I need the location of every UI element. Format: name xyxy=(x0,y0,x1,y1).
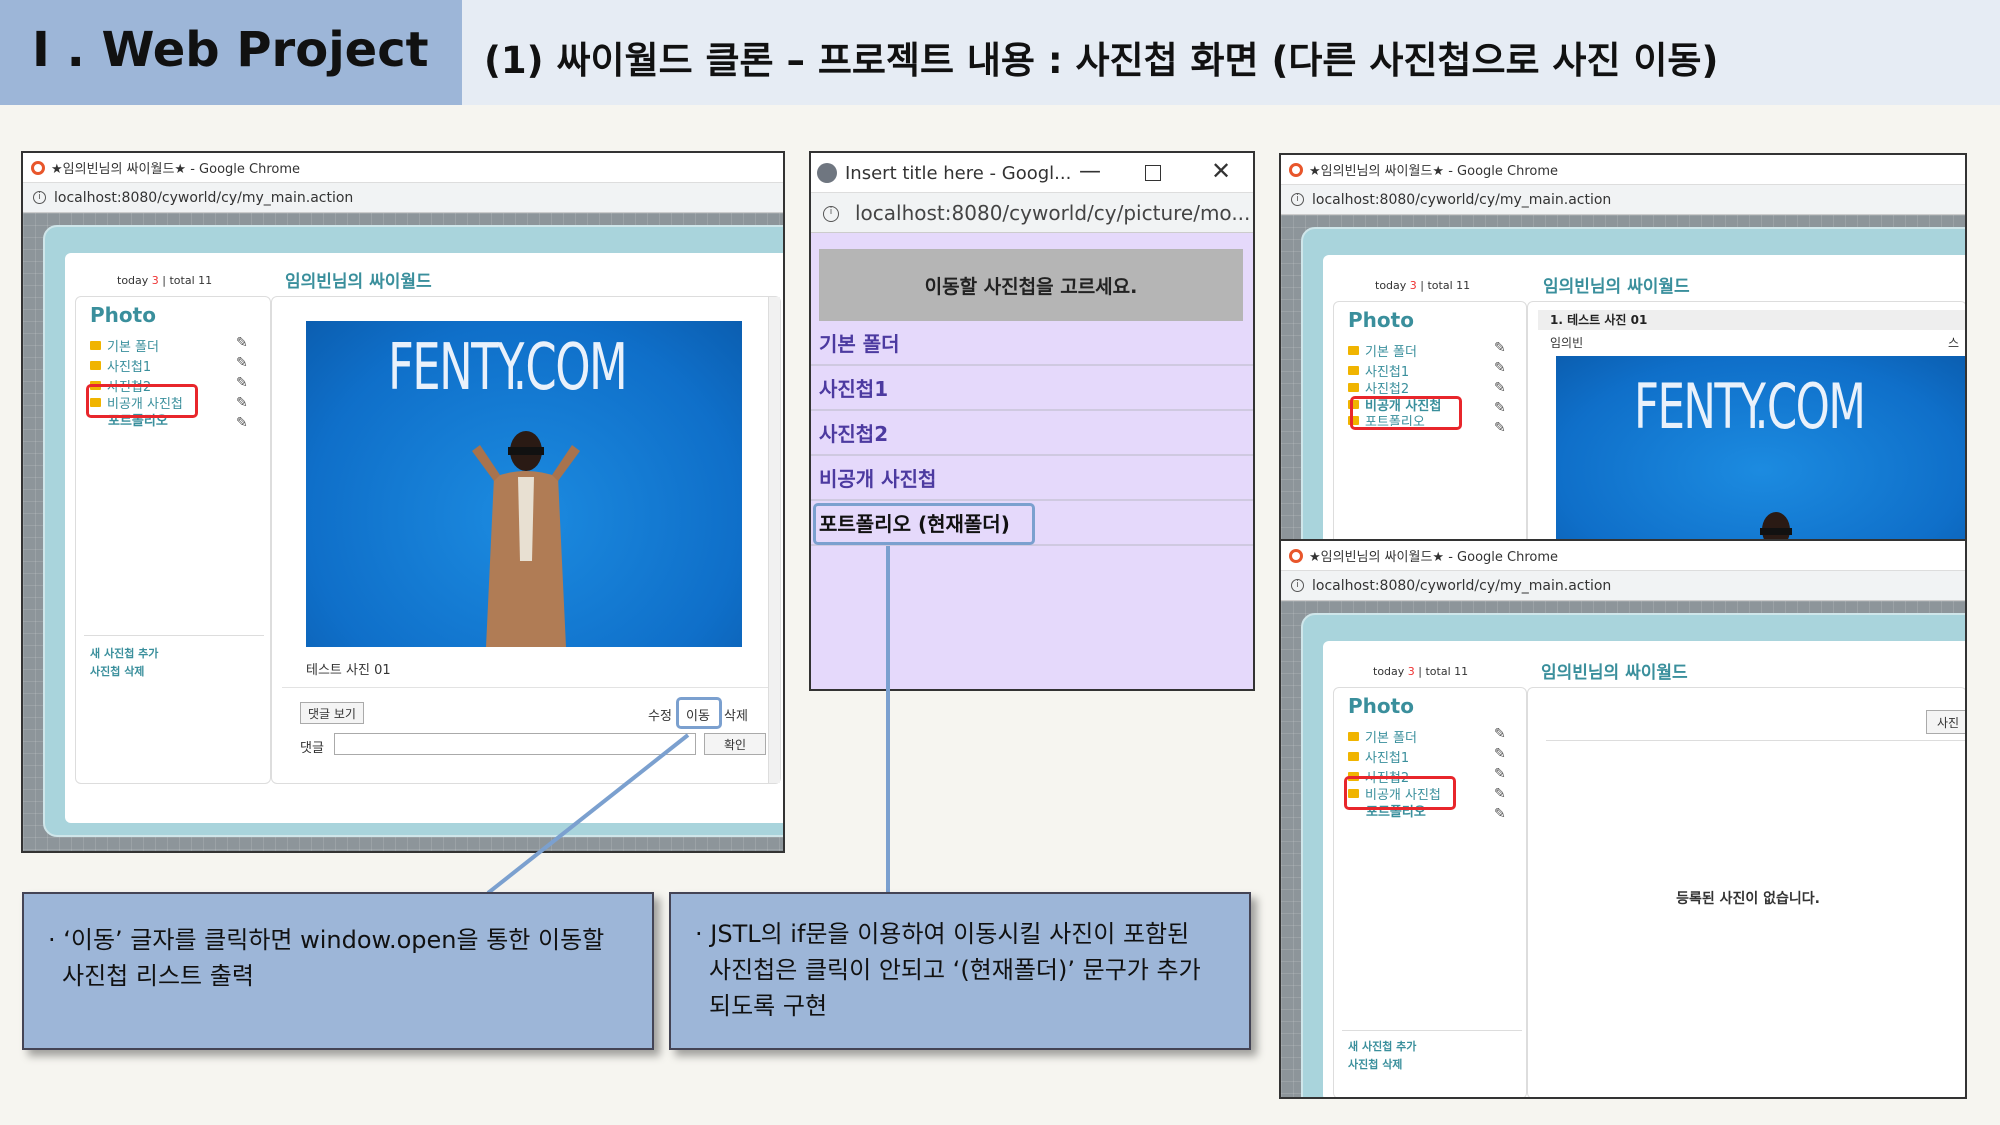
callout-move: · ‘이동’ 글자를 클릭하면 window.open을 통한 이동할 사진첩 … xyxy=(22,892,654,1050)
callout-text-line: 사진첩 리스트 출력 xyxy=(62,962,254,990)
callout-text-line: 되도록 구현 xyxy=(709,992,828,1020)
callout-text-line: · JSTL의 if문을 이용하여 이동시킬 사진이 포함된 xyxy=(695,920,1190,948)
callout-jstl: · JSTL의 if문을 이용하여 이동시킬 사진이 포함된 사진첩은 클릭이 … xyxy=(669,892,1251,1050)
callout-text-line: · ‘이동’ 글자를 클릭하면 window.open을 통한 이동할 xyxy=(48,926,605,954)
callout-text-line: 사진첩은 클릭이 안되고 ‘(현재폴더)’ 문구가 추가 xyxy=(709,956,1201,984)
connector-line-move xyxy=(486,733,690,895)
